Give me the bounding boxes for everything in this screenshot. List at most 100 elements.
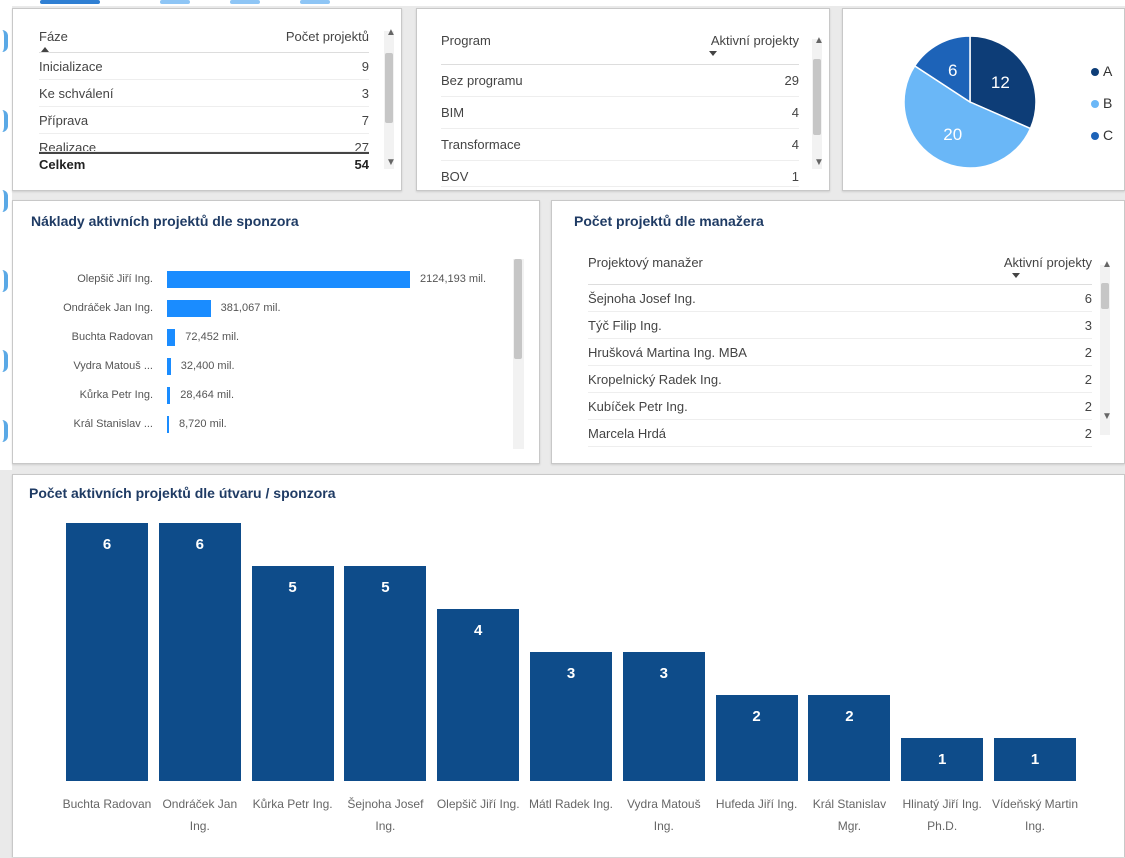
table-row[interactable]: Bez programu 29	[441, 65, 799, 97]
table-row[interactable]: Transformace 4	[441, 129, 799, 161]
hbar-value-label: 32,400 mil.	[180, 360, 235, 372]
phase-name: Realizace	[39, 140, 97, 152]
scroll-up-icon[interactable]: ▲	[1102, 259, 1112, 270]
hbar-category-label: Buchta Radovan	[71, 331, 153, 343]
vbar-value-label: 3	[659, 665, 668, 682]
vbar-category-label: Buchta Radovan	[62, 797, 152, 811]
table-row[interactable]: Marcela Hrdá 2	[588, 420, 1092, 447]
table-scrollbar[interactable]	[384, 31, 394, 169]
scroll-down-icon[interactable]: ▼	[386, 157, 396, 168]
phase-table-card: Fáze Počet projektů Inicializace 9 Ke sc…	[12, 8, 402, 191]
manager-count: 2	[1084, 372, 1092, 387]
vbar-category-label: Hufeda Jiří Ing.	[715, 797, 798, 811]
nav-marker[interactable]	[0, 270, 8, 292]
legend-swatch	[1091, 132, 1099, 141]
col-header-manager[interactable]: Projektový manažer	[588, 255, 703, 270]
nav-marker[interactable]	[0, 190, 8, 212]
vbar-bar[interactable]	[66, 523, 148, 781]
program-table: Program Aktivní projekty Bez programu 29…	[441, 27, 799, 187]
phase-count: 9	[361, 59, 369, 74]
table-scrollbar[interactable]	[1100, 265, 1110, 435]
pie-chart: 12 20 6	[903, 35, 1037, 169]
table-row[interactable]: Realizace 27	[39, 134, 369, 152]
col-header-active[interactable]: Aktivní projekty	[1004, 255, 1092, 270]
col-header-program[interactable]: Program	[441, 33, 491, 48]
scrollbar-thumb[interactable]	[514, 259, 522, 359]
scroll-up-icon[interactable]: ▲	[386, 27, 396, 38]
pie-chart-card: 12 20 6 A B C	[842, 8, 1125, 191]
scroll-down-icon[interactable]: ▼	[814, 157, 824, 168]
tab-indicator	[230, 0, 260, 4]
hbar-bar[interactable]	[167, 387, 171, 404]
hbar-bar[interactable]	[167, 329, 176, 346]
program-count: 1	[791, 169, 799, 184]
scroll-down-icon[interactable]: ▼	[1102, 411, 1112, 422]
scroll-up-icon[interactable]: ▲	[814, 35, 824, 46]
vbar-value-label: 6	[195, 536, 204, 553]
pie-slice-value: 12	[991, 73, 1010, 92]
program-name: Transformace	[441, 137, 521, 152]
col-header-count[interactable]: Počet projektů	[286, 29, 369, 44]
hbar-value-label: 8,720 mil.	[179, 418, 227, 430]
nav-marker[interactable]	[0, 110, 8, 132]
total-label: Celkem	[39, 157, 86, 172]
hbar-category-label: Vydra Matouš ...	[73, 360, 153, 372]
legend-item[interactable]: B	[1091, 95, 1112, 111]
table-row[interactable]: Příprava 7	[39, 107, 369, 134]
table-row[interactable]: Ke schválení 3	[39, 80, 369, 107]
hbar-bar[interactable]	[167, 271, 410, 288]
scrollbar-thumb[interactable]	[1101, 283, 1109, 309]
table-row[interactable]: BIM 4	[441, 97, 799, 129]
chart-scrollbar[interactable]	[513, 259, 524, 449]
chart-title: Náklady aktivních projektů dle sponzora	[31, 213, 299, 229]
hbar-bar[interactable]	[167, 300, 211, 317]
table-row[interactable]: Šejnoha Josef Ing. 6	[588, 285, 1092, 312]
manager-name: Marcela Hrdá	[588, 426, 667, 441]
table-row[interactable]: BOV 1	[441, 161, 799, 187]
hbar-value-label: 381,067 mil.	[220, 302, 281, 314]
total-value: 54	[354, 157, 369, 172]
col-header-phase[interactable]: Fáze	[39, 29, 68, 44]
legend-item[interactable]: C	[1091, 127, 1113, 143]
legend-label: A	[1103, 63, 1113, 79]
table-scrollbar[interactable]	[812, 39, 822, 169]
hbar-category-label: Ondráček Jan Ing.	[63, 302, 153, 314]
tab-indicator	[40, 0, 100, 4]
sort-descending-icon	[1012, 273, 1020, 278]
table-total-row: Celkem 54	[39, 152, 369, 176]
manager-name: Šejnoha Josef Ing.	[588, 291, 696, 306]
vbar-value-label: 5	[381, 579, 390, 596]
manager-count: 2	[1084, 399, 1092, 414]
table-row[interactable]: Kropelnický Radek Ing. 2	[588, 366, 1092, 393]
table-row[interactable]: Inicializace 9	[39, 53, 369, 80]
hbar-bar[interactable]	[167, 358, 171, 375]
scrollbar-thumb[interactable]	[385, 53, 393, 123]
left-nav-edge	[0, 0, 12, 470]
table-header: Program Aktivní projekty	[441, 27, 799, 65]
table-row[interactable]: Hrušková Martina Ing. MBA 2	[588, 339, 1092, 366]
manager-count: 2	[1084, 345, 1092, 360]
vbar-bar[interactable]	[344, 566, 427, 781]
scrollbar-thumb[interactable]	[813, 59, 821, 135]
col-header-active[interactable]: Aktivní projekty	[711, 33, 799, 48]
legend-item[interactable]: A	[1091, 63, 1112, 79]
vbar-category-label: Olepšič Jiří Ing.	[436, 797, 520, 811]
phase-table: Fáze Počet projektů Inicializace 9 Ke sc…	[39, 23, 369, 176]
hbar-category-label: Král Stanislav ...	[73, 418, 153, 430]
program-count: 4	[791, 105, 799, 120]
table-header: Projektový manažer Aktivní projekty	[588, 247, 1092, 285]
nav-marker[interactable]	[0, 30, 8, 52]
vbar-bar[interactable]	[158, 523, 241, 781]
table-row[interactable]: Týč Filip Ing. 3	[588, 312, 1092, 339]
sponsor-costs-card: Náklady aktivních projektů dle sponzora …	[12, 200, 540, 464]
nav-marker[interactable]	[0, 420, 8, 442]
manager-name: Kubíček Petr Ing.	[588, 399, 688, 414]
nav-marker[interactable]	[0, 350, 8, 372]
hbar-bar[interactable]	[167, 416, 169, 433]
table-row[interactable]: Kubíček Petr Ing. 2	[588, 393, 1092, 420]
vbar-bar[interactable]	[251, 566, 334, 781]
phase-name: Inicializace	[39, 59, 103, 74]
manager-table: Projektový manažer Aktivní projekty Šejn…	[588, 247, 1092, 447]
pie-slice-value: 6	[948, 61, 957, 80]
top-strip	[0, 0, 1125, 6]
